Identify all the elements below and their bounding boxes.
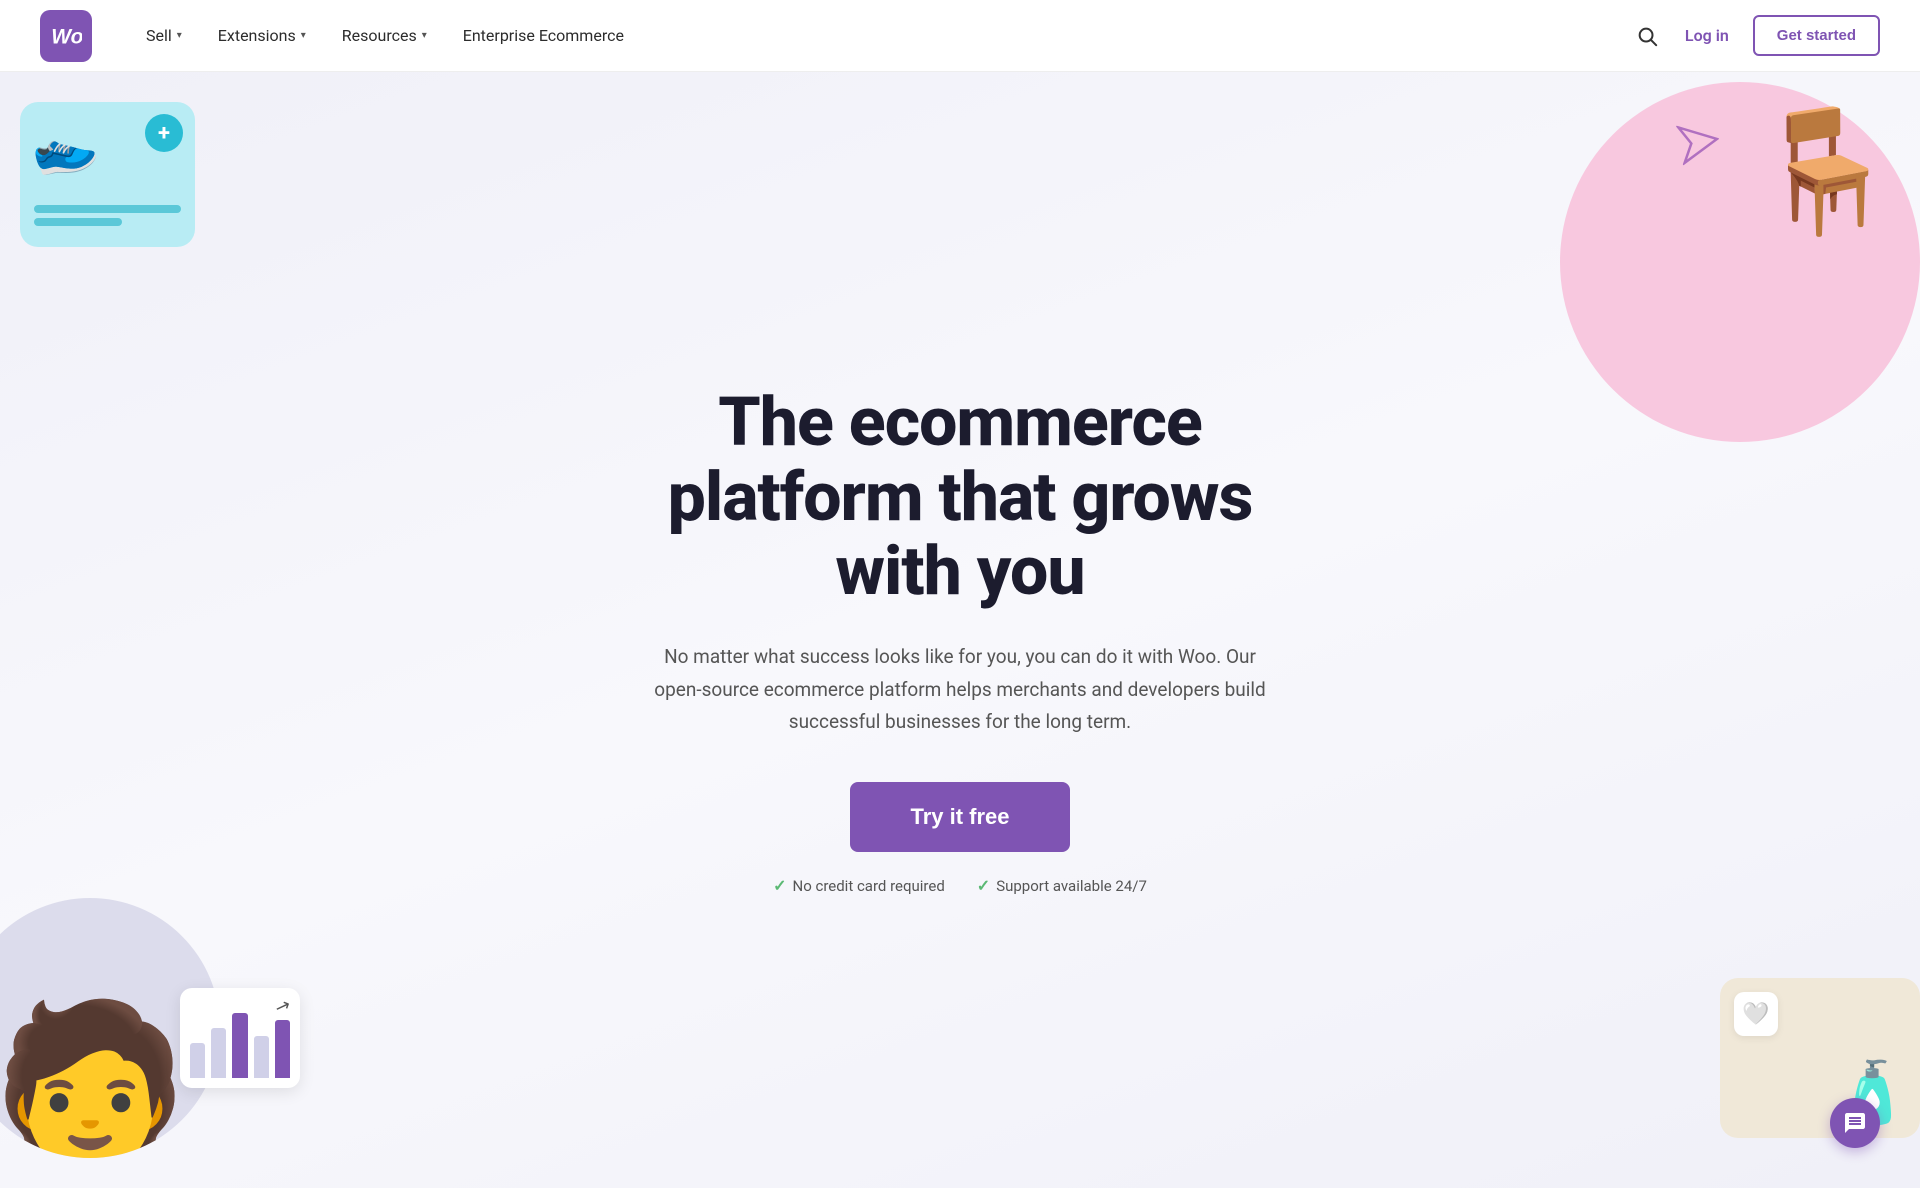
add-icon: + (145, 114, 183, 152)
chart-bar (275, 1020, 290, 1078)
deco-right: 🪑 🤍 🧴 (1600, 72, 1920, 1188)
perk-label: Support available 24/7 (996, 877, 1147, 895)
nav-item-enterprise[interactable]: Enterprise Ecommerce (449, 18, 638, 53)
product-card-left: 👟 + (20, 102, 195, 247)
hero-title: The ecommerce platform that grows with y… (610, 385, 1310, 609)
nav-links: Sell ▾ Extensions ▾ Resources ▾ Enterpri… (132, 18, 1633, 53)
navbar: Woo Sell ▾ Extensions ▾ Resources ▾ Ente… (0, 0, 1920, 72)
pink-circle (1560, 82, 1920, 442)
nav-item-resources[interactable]: Resources ▾ (328, 18, 441, 53)
svg-text:Woo: Woo (51, 25, 82, 48)
search-icon[interactable] (1633, 22, 1661, 50)
hero-subtitle: No matter what success looks like for yo… (650, 641, 1270, 738)
person-circle: 🧑 (0, 898, 220, 1158)
person-icon: 🧑 (0, 1008, 190, 1158)
card-lines (34, 205, 181, 231)
trend-arrow-icon: ↗ (272, 994, 293, 1019)
logo[interactable]: Woo (40, 10, 92, 62)
chart-bar (211, 1028, 226, 1078)
nav-right: Log in Get started (1633, 15, 1880, 56)
try-it-free-button[interactable]: Try it free (850, 782, 1069, 852)
deco-left: 👟 + 🧑 ↗ (0, 72, 280, 1188)
chair-icon: 🪑 (1751, 102, 1900, 242)
chart-bar (232, 1013, 247, 1078)
chevron-down-icon: ▾ (177, 30, 182, 41)
check-icon: ✓ (773, 876, 786, 895)
paper-plane-icon (1676, 119, 1724, 174)
nav-item-extensions[interactable]: Extensions ▾ (204, 18, 320, 53)
chat-bubble[interactable] (1830, 1098, 1880, 1148)
heart-icon: 🤍 (1734, 992, 1778, 1036)
nav-item-sell[interactable]: Sell ▾ (132, 18, 196, 53)
get-started-button[interactable]: Get started (1753, 15, 1880, 56)
check-icon: ✓ (977, 876, 990, 895)
shoe-icon: 👟 (22, 108, 104, 187)
perk-support: ✓ Support available 24/7 (977, 876, 1147, 895)
chevron-down-icon: ▾ (301, 30, 306, 41)
chevron-down-icon: ▾ (422, 30, 427, 41)
chart-widget: ↗ (180, 988, 300, 1088)
perk-no-credit-card: ✓ No credit card required (773, 876, 945, 895)
chart-bar (190, 1043, 205, 1078)
hero-section: 👟 + 🧑 ↗ The ecommerce platform that grow… (0, 72, 1920, 1188)
login-button[interactable]: Log in (1681, 18, 1733, 53)
woo-logo-mark: Woo (40, 10, 92, 62)
product-card-right: 🤍 🧴 (1720, 978, 1920, 1138)
chart-bar (254, 1036, 269, 1078)
hero-content: The ecommerce platform that grows with y… (610, 385, 1310, 895)
perk-label: No credit card required (793, 877, 945, 895)
perks-list: ✓ No credit card required ✓ Support avai… (610, 876, 1310, 895)
